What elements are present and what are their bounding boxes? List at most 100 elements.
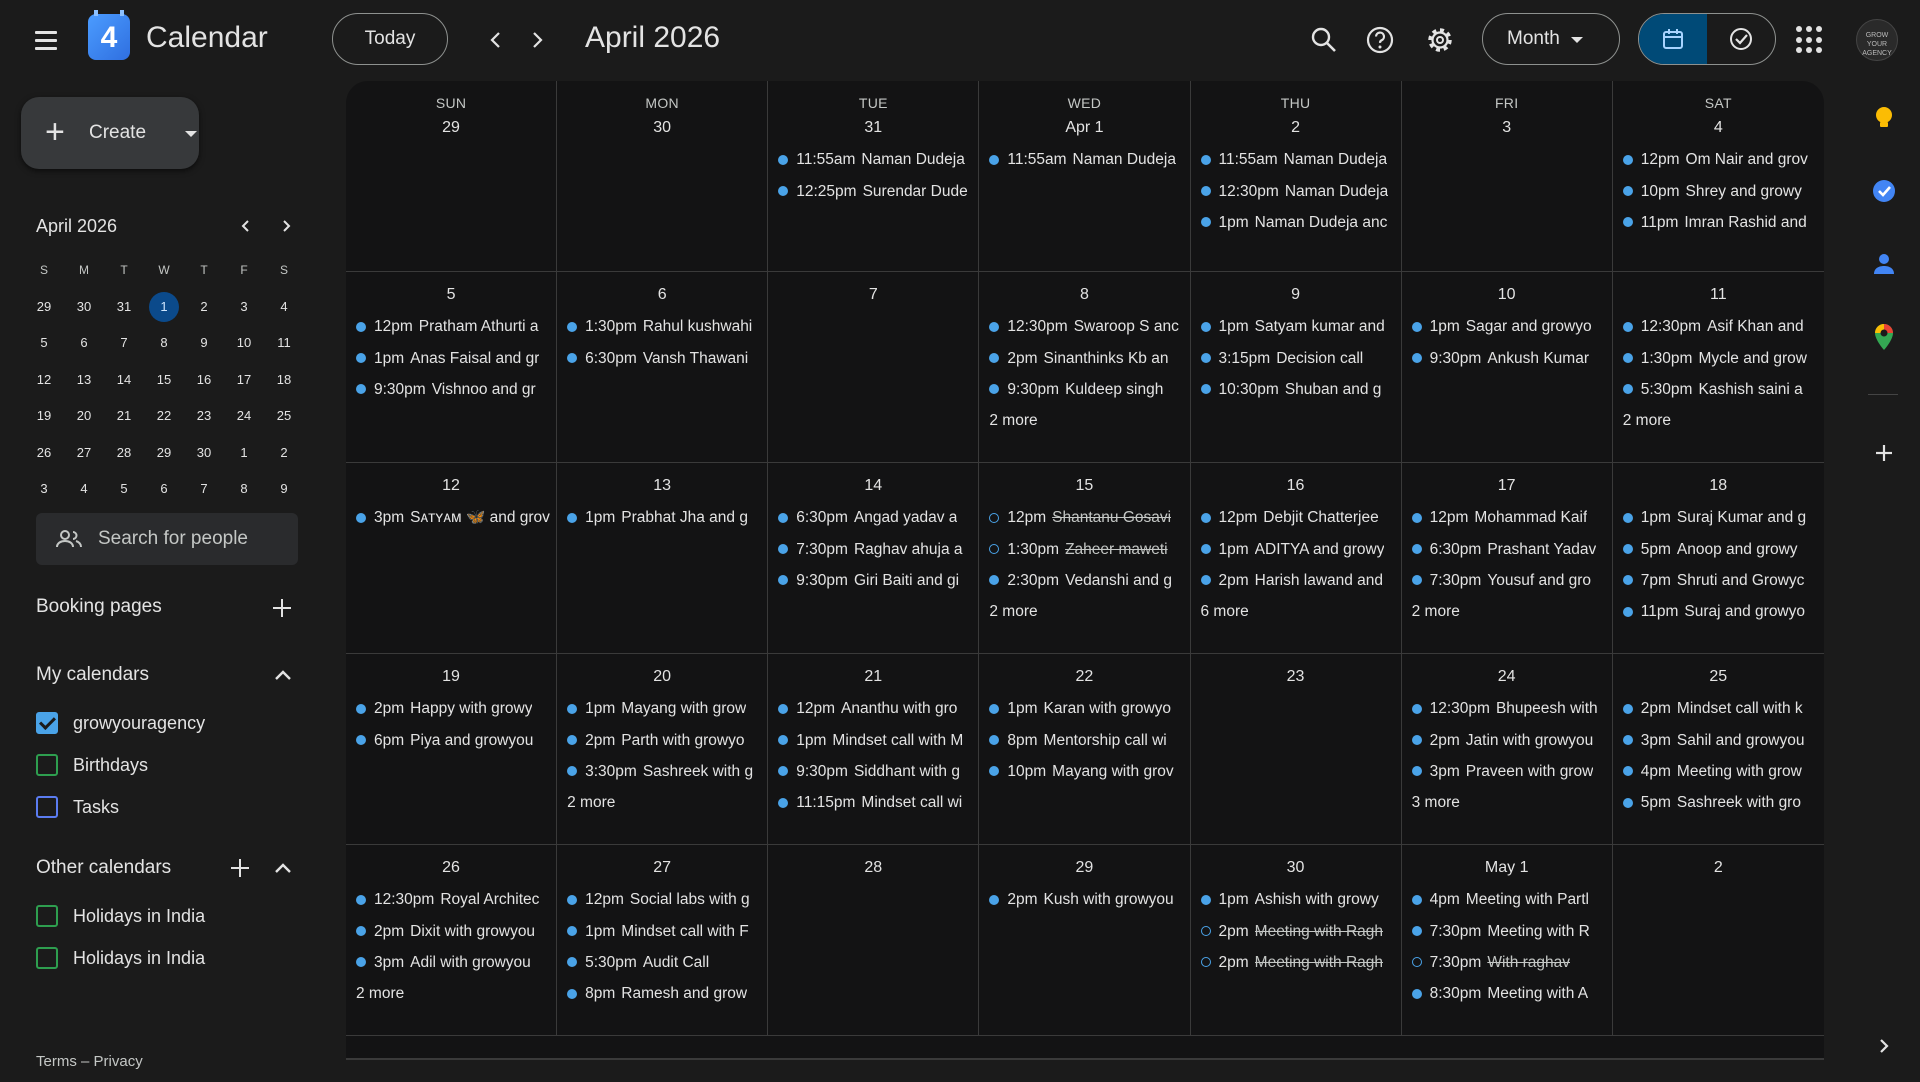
event-chip[interactable]: 7:30pm With raghav xyxy=(1411,947,1608,978)
day-number[interactable]: 5 xyxy=(346,286,556,304)
event-chip[interactable]: 1pm ADITYA and growy xyxy=(1200,533,1397,564)
event-chip[interactable]: 2pm Kush with growyou xyxy=(989,884,1185,915)
event-chip[interactable]: 1pm Suraj Kumar and g xyxy=(1622,502,1820,533)
checkbox-unchecked[interactable] xyxy=(36,947,58,969)
keep-button[interactable] xyxy=(1868,101,1900,133)
event-chip[interactable]: 1pm Satyam kumar and xyxy=(1200,311,1397,342)
search-people-input[interactable] xyxy=(98,513,288,565)
day-number[interactable]: 29 xyxy=(346,119,556,137)
day-number[interactable]: Apr 1 xyxy=(979,119,1189,137)
day-cell[interactable]: 6 1:30pm Rahul kushwahi 6:30pm Vansh Thawani xyxy=(557,272,769,463)
event-chip[interactable]: 10:30pm Shuban and g xyxy=(1200,374,1397,405)
previous-month-button[interactable] xyxy=(478,22,514,58)
event-chip[interactable]: 1pm Anas Faisal and gr xyxy=(356,342,552,373)
day-number[interactable]: 2 xyxy=(1613,859,1824,877)
event-chip[interactable]: 1pm Ashish with growy xyxy=(1200,884,1397,915)
checkbox-checked[interactable] xyxy=(36,712,58,734)
mini-day[interactable]: 3 xyxy=(224,289,264,326)
day-number[interactable]: 4 xyxy=(1613,119,1824,137)
event-chip[interactable]: 5:30pm Audit Call xyxy=(567,947,763,978)
event-chip[interactable]: 9:30pm Giri Baiti and gi xyxy=(778,565,974,596)
mini-day[interactable]: 9 xyxy=(264,471,304,508)
day-number[interactable]: 12 xyxy=(346,477,556,495)
mini-day[interactable]: 29 xyxy=(24,289,64,326)
event-chip[interactable]: 1pm Sagar and growyo xyxy=(1411,311,1608,342)
event-chip[interactable]: 11pm Suraj and growyo xyxy=(1622,596,1820,627)
terms-link[interactable]: Terms xyxy=(36,1053,77,1070)
event-chip[interactable]: 12pm Ananthu with gro xyxy=(778,693,974,724)
day-cell[interactable]: 14 6:30pm Angad yadav a 7:30pm Raghav ahuja … xyxy=(768,463,980,654)
calendar-item[interactable]: growyouragency xyxy=(36,708,205,738)
mini-day[interactable]: 6 xyxy=(64,325,104,362)
event-chip[interactable]: 12:30pm Swaroop S anc xyxy=(989,311,1185,342)
day-cell[interactable]: MON 30 xyxy=(557,81,769,272)
mini-day[interactable]: 2 xyxy=(184,289,224,326)
get-add-ons-button[interactable] xyxy=(1868,437,1900,469)
event-chip[interactable]: 2pm Happy with growy xyxy=(356,693,552,724)
mini-day[interactable]: 28 xyxy=(104,435,144,472)
day-cell[interactable]: 17 12pm Mohammad Kaif 6:30pm Prashant Yadav 7… xyxy=(1401,463,1613,654)
add-other-calendar-button[interactable] xyxy=(225,853,255,883)
event-chip[interactable]: 1pm Mayang with grow xyxy=(567,693,763,724)
event-chip[interactable]: 8pm Mentorship call wi xyxy=(989,724,1185,755)
event-chip[interactable]: 12:30pm Asif Khan and xyxy=(1622,311,1820,342)
day-cell[interactable]: 11 12:30pm Asif Khan and 1:30pm Mycle and gr… xyxy=(1612,272,1824,463)
mini-next-month-button[interactable] xyxy=(272,212,300,240)
mini-day[interactable]: 26 xyxy=(24,435,64,472)
event-chip[interactable]: 3pm Sahil and growyou xyxy=(1622,724,1820,755)
tasks-button[interactable] xyxy=(1868,175,1900,207)
event-chip[interactable]: 2pm Jatin with growyou xyxy=(1411,724,1608,755)
day-number[interactable]: 30 xyxy=(1191,859,1401,877)
mini-day[interactable]: 17 xyxy=(224,362,264,399)
day-number[interactable]: 11 xyxy=(1613,286,1824,304)
support-button[interactable] xyxy=(1360,20,1400,60)
event-chip[interactable]: 12pm Shantanu Gosavi xyxy=(989,502,1185,533)
main-menu-icon[interactable] xyxy=(28,22,64,58)
day-cell[interactable]: 30 1pm Ashish with growy 2pm Meeting with Ra… xyxy=(1190,845,1402,1036)
day-cell[interactable]: 28 xyxy=(768,845,980,1036)
event-chip[interactable]: 12pm Debjit Chatterjee xyxy=(1200,502,1397,533)
collapse-my-calendars-button[interactable] xyxy=(268,660,298,690)
event-chip[interactable]: 5pm Anoop and growy xyxy=(1622,533,1820,564)
day-cell[interactable]: SUN 29 xyxy=(346,81,558,272)
day-cell[interactable]: 19 2pm Happy with growy 6pm Piya and growyou xyxy=(346,654,558,845)
more-events-link[interactable]: 2 more xyxy=(567,787,763,818)
event-chip[interactable]: 8pm Ramesh and grow xyxy=(567,978,763,1009)
event-chip[interactable]: 7pm Shruti and Growyc xyxy=(1622,565,1820,596)
day-cell[interactable]: TUE 31 11:55am Naman Dudeja 12:25pm Surendar … xyxy=(768,81,980,272)
mini-day[interactable]: 25 xyxy=(264,398,304,435)
event-chip[interactable]: 6:30pm Angad yadav a xyxy=(778,502,974,533)
event-chip[interactable]: 5pm Sashreek with gro xyxy=(1622,787,1820,818)
day-number[interactable]: 10 xyxy=(1402,286,1612,304)
mini-day[interactable]: 8 xyxy=(224,471,264,508)
day-number[interactable]: 23 xyxy=(1191,668,1401,686)
event-chip[interactable]: 12:25pm Surendar Dude xyxy=(778,175,974,206)
day-number[interactable]: 3 xyxy=(1402,119,1612,137)
calendar-view-button[interactable] xyxy=(1639,14,1707,64)
search-button[interactable] xyxy=(1304,20,1344,60)
mini-day[interactable]: 20 xyxy=(64,398,104,435)
day-cell[interactable]: 23 xyxy=(1190,654,1402,845)
day-cell[interactable]: 5 12pm Pratham Athurti a 1pm Anas Faisal and… xyxy=(346,272,558,463)
calendar-item[interactable]: Tasks xyxy=(36,792,119,822)
day-number[interactable]: 6 xyxy=(557,286,767,304)
expand-side-panel-button[interactable] xyxy=(1868,1030,1900,1062)
day-cell[interactable]: 15 12pm Shantanu Gosavi 1:30pm Zaheer maweti… xyxy=(979,463,1191,654)
event-chip[interactable]: 6pm Piya and growyou xyxy=(356,724,552,755)
day-number[interactable]: 8 xyxy=(979,286,1189,304)
mini-day[interactable]: 27 xyxy=(64,435,104,472)
day-cell[interactable]: 13 1pm Prabhat Jha and g xyxy=(557,463,769,654)
day-number[interactable]: 9 xyxy=(1191,286,1401,304)
event-chip[interactable]: 4pm Meeting with grow xyxy=(1622,756,1820,787)
event-chip[interactable]: 10pm Shrey and growy xyxy=(1622,175,1820,206)
event-chip[interactable]: 1pm Prabhat Jha and g xyxy=(567,502,763,533)
event-chip[interactable]: 12:30pm Bhupeesh with xyxy=(1411,693,1608,724)
event-chip[interactable]: 8:30pm Meeting with A xyxy=(1411,978,1608,1009)
more-events-link[interactable]: 2 more xyxy=(356,978,552,1009)
day-cell[interactable]: 7 xyxy=(768,272,980,463)
day-number[interactable]: 16 xyxy=(1191,477,1401,495)
mini-day[interactable]: 30 xyxy=(184,435,224,472)
day-number[interactable]: 31 xyxy=(768,119,978,137)
event-chip[interactable]: 12:30pm Naman Dudeja xyxy=(1200,175,1397,206)
day-cell[interactable]: SAT 4 12pm Om Nair and grov 10pm Shrey and gr… xyxy=(1612,81,1824,272)
